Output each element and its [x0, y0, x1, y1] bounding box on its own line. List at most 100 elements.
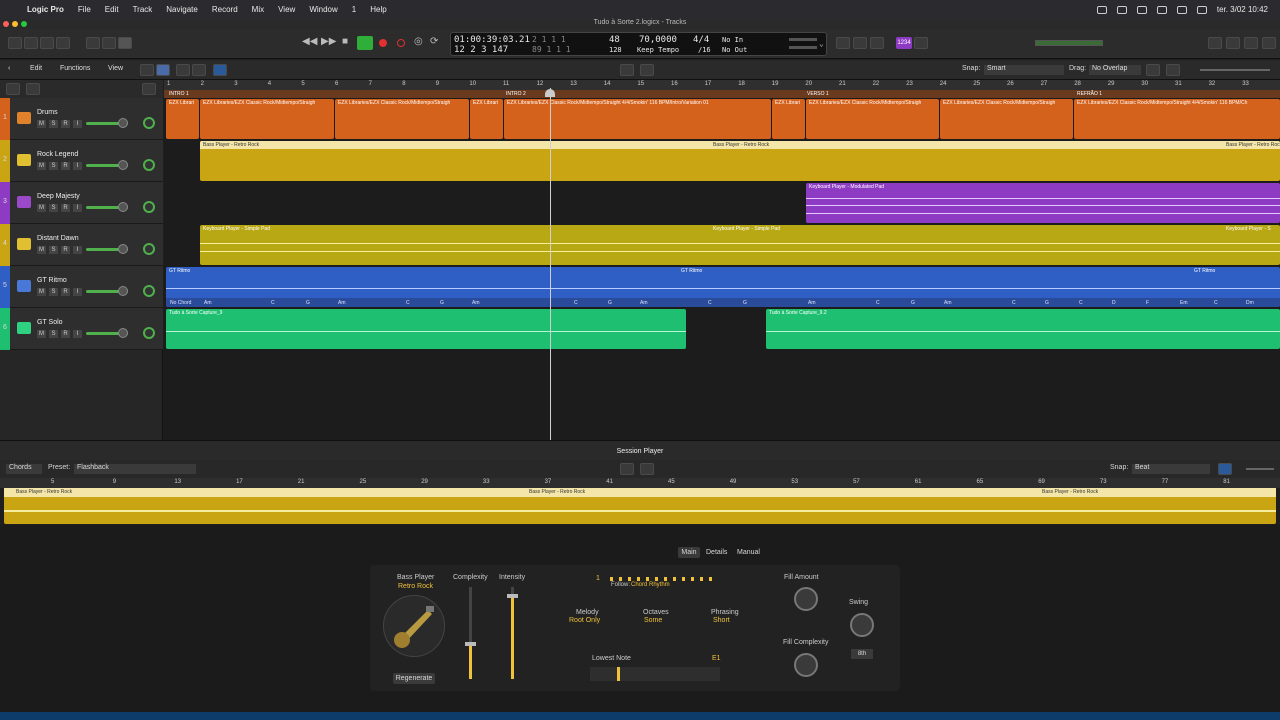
playhead-handle[interactable]	[545, 89, 555, 97]
mute-button[interactable]: M	[37, 246, 46, 254]
track-name[interactable]: Rock Legend	[37, 151, 78, 158]
preset-select[interactable]: Flashback	[74, 464, 196, 474]
bass-player-region[interactable]: Bass Player - Retro Rock Bass Player - R…	[200, 141, 1280, 181]
drums-region[interactable]: EZX Librari	[470, 99, 503, 139]
replace-icon[interactable]: ◎	[414, 36, 423, 47]
chord-label[interactable]: Dm	[1246, 300, 1254, 306]
cycle-icon[interactable]: ⟳	[430, 36, 438, 47]
instrument-icon[interactable]	[17, 238, 31, 250]
solo-button[interactable]: S	[49, 330, 58, 338]
solo-button[interactable]: S	[49, 204, 58, 212]
track-name[interactable]: GT Solo	[37, 319, 63, 326]
pattern-start[interactable]: 1	[596, 575, 600, 582]
pan-knob[interactable]	[143, 117, 155, 129]
gt-solo-audio-region[interactable]: Tudo à Sorte Capture_9	[166, 309, 686, 349]
chord-label[interactable]: Am	[944, 300, 952, 306]
drums-region[interactable]: EZX Libraries/EZX Classic Rock/Midtempo/…	[335, 99, 469, 139]
duplicate-track-button[interactable]	[26, 83, 40, 95]
track-header-2[interactable]: 2 Rock Legend M S R I	[0, 140, 163, 182]
record-button[interactable]	[379, 39, 387, 47]
input-monitor-button[interactable]: I	[73, 330, 82, 338]
secondary-tool[interactable]	[640, 64, 654, 76]
phrasing-select[interactable]: Short	[713, 617, 730, 624]
smart-controls-button[interactable]	[86, 37, 100, 49]
volume-fader-thumb[interactable]	[118, 244, 128, 254]
session-bass-region[interactable]: Bass Player - Retro Rock Bass Player - R…	[4, 488, 1276, 524]
pan-knob[interactable]	[143, 285, 155, 297]
menu-window[interactable]: Window	[302, 5, 344, 14]
tuner-button[interactable]	[836, 37, 850, 49]
follow-value[interactable]: Chord Rhythm	[631, 582, 670, 588]
record-enable-button[interactable]: R	[61, 288, 70, 296]
chord-label[interactable]: G	[1045, 300, 1049, 306]
instrument-icon[interactable]	[17, 196, 31, 208]
pencil-tool-button[interactable]	[118, 37, 132, 49]
session-snap-select[interactable]: Beat	[1132, 464, 1210, 474]
drag-select[interactable]: No Overlap	[1089, 65, 1141, 75]
mute-button[interactable]: M	[37, 288, 46, 296]
back-icon[interactable]: ‹	[8, 65, 10, 72]
wifi-icon[interactable]	[1116, 5, 1127, 14]
settings-button[interactable]	[40, 37, 54, 49]
player-style[interactable]: Retro Rock	[398, 583, 433, 590]
play-button[interactable]	[357, 36, 373, 50]
track-header-5[interactable]: 5 GT Ritmo M S R I	[0, 266, 163, 308]
chord-label[interactable]: Am	[808, 300, 816, 306]
lcd-display[interactable]: 01:00:39:03.21 12 2 3 147 2 1 1 1 89 1 1…	[450, 32, 827, 56]
track-header-3[interactable]: 3 Deep Majesty M S R I	[0, 182, 163, 224]
input-monitor-button[interactable]: I	[73, 288, 82, 296]
chord-label[interactable]: Am	[338, 300, 346, 306]
chord-label[interactable]: D	[1112, 300, 1116, 306]
bass-guitar-icon[interactable]	[383, 595, 445, 657]
volume-fader-thumb[interactable]	[118, 160, 128, 170]
drums-region[interactable]: EZX Libraries/EZX Classic Rock/Midtempo/…	[1074, 99, 1280, 139]
list-editors-button[interactable]	[1208, 37, 1222, 49]
chord-label[interactable]: G	[440, 300, 444, 306]
chord-label[interactable]: C	[876, 300, 880, 306]
drums-region[interactable]: EZX Libraries/EZX Classic Rock/Midtempo/…	[940, 99, 1073, 139]
track-name[interactable]: GT Ritmo	[37, 277, 67, 284]
mute-button[interactable]: M	[37, 204, 46, 212]
chord-track[interactable]: No Chord Am C G Am C G Am C G Am C G Am C G Am C G C D F Em C Dm	[166, 299, 1280, 307]
keyboard-simple-pad-region[interactable]: Keyboard Player - Simple Pad Keyboard Pl…	[200, 225, 1280, 265]
grid-view-icon[interactable]	[140, 64, 154, 76]
keyboard-modulated-pad-region[interactable]: Keyboard Player - Modulated Pad	[806, 183, 1280, 223]
zoom-slider[interactable]	[1200, 69, 1270, 71]
chord-label[interactable]: C	[1012, 300, 1016, 306]
menu-record[interactable]: Record	[205, 5, 245, 14]
solo-button[interactable]: S	[49, 120, 58, 128]
catch-icon[interactable]	[1218, 463, 1232, 475]
status-icon[interactable]	[1096, 5, 1107, 14]
instrument-icon[interactable]	[17, 280, 31, 292]
session-ruler[interactable]: 5 9 13 17 21 25 29 33 37 41 45 49 53 57 61 65 69 73 77 81	[0, 478, 1280, 488]
tab-manual[interactable]: Manual	[737, 549, 760, 556]
mixer-button[interactable]	[56, 37, 70, 49]
track-header-1[interactable]: 1 Drums M S R I	[0, 98, 163, 140]
pointer-tool[interactable]	[620, 64, 634, 76]
input-monitor-button[interactable]: I	[73, 204, 82, 212]
mute-button[interactable]: M	[37, 120, 46, 128]
record-enable-button[interactable]: R	[61, 162, 70, 170]
record-enable-button[interactable]: R	[61, 246, 70, 254]
browser-button[interactable]	[1262, 37, 1276, 49]
rewind-icon[interactable]: ◀◀	[302, 36, 317, 47]
instrument-icon[interactable]	[17, 322, 31, 334]
list-view-icon[interactable]	[156, 64, 170, 76]
add-track-button[interactable]	[6, 83, 20, 95]
loop-browser-button[interactable]	[1244, 37, 1258, 49]
chord-label[interactable]: F	[1146, 300, 1149, 306]
pencil-tool[interactable]	[640, 463, 654, 475]
catch-icon[interactable]	[213, 64, 227, 76]
volume-fader-thumb[interactable]	[118, 202, 128, 212]
chord-label[interactable]: G	[306, 300, 310, 306]
control-center-icon[interactable]	[1196, 5, 1207, 14]
octaves-select[interactable]: Some	[644, 617, 662, 624]
snap-select[interactable]: Smart	[984, 65, 1064, 75]
record-enable-button[interactable]: R	[61, 204, 70, 212]
forward-icon[interactable]: ▶▶	[321, 36, 336, 47]
editors-button[interactable]	[102, 37, 116, 49]
chord-label[interactable]: Am	[640, 300, 648, 306]
marker[interactable]: INTRO 2	[506, 91, 526, 97]
chord-label[interactable]: Am	[204, 300, 212, 306]
chord-label[interactable]: C	[406, 300, 410, 306]
